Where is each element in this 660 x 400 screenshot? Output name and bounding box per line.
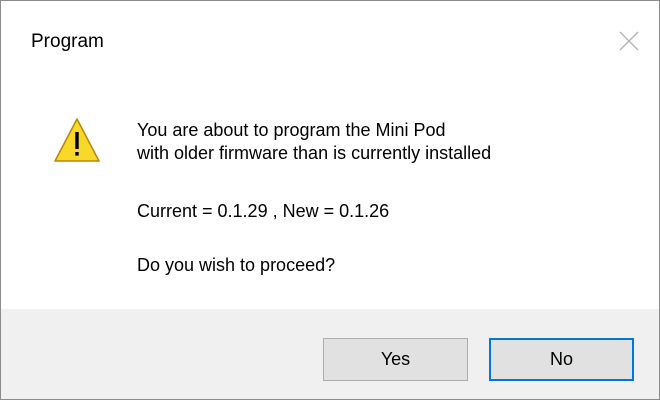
close-button[interactable]: [611, 23, 647, 59]
message-line-2: with older firmware than is currently in…: [137, 143, 492, 163]
dialog-content: You are about to program the Mini Pod wi…: [1, 87, 659, 309]
dialog-titlebar: Program: [1, 1, 659, 87]
yes-button[interactable]: Yes: [323, 338, 468, 381]
close-icon: [619, 31, 639, 51]
dialog-title: Program: [31, 31, 104, 52]
no-button[interactable]: No: [489, 338, 634, 381]
warning-icon: [53, 117, 101, 163]
version-info: Current = 0.1.29 , New = 0.1.26: [137, 201, 390, 221]
dialog-footer: Yes No: [1, 309, 659, 399]
message-line-1: You are about to program the Mini Pod: [137, 120, 446, 140]
proceed-question: Do you wish to proceed?: [137, 255, 336, 275]
program-dialog: Program You are about to program the Min…: [0, 0, 660, 400]
